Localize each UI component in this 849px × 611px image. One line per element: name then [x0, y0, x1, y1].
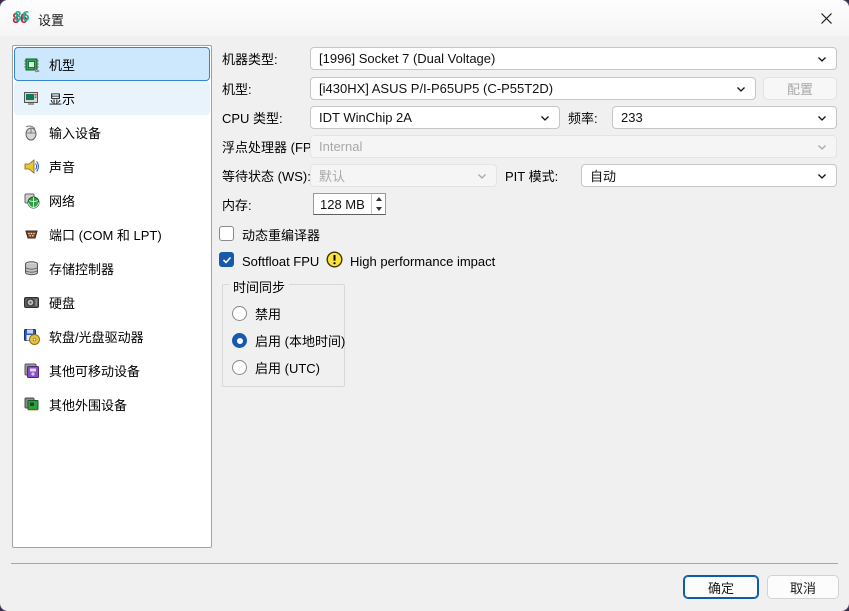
sidebar-item-label: 机型: [49, 55, 75, 74]
pit-mode-label: PIT 模式:: [505, 168, 558, 185]
time-sync-utc-label: 启用 (UTC): [255, 360, 320, 377]
sidebar-item-label: 输入设备: [49, 123, 101, 142]
sidebar-item-label: 显示: [49, 89, 75, 108]
sidebar-item-display[interactable]: 显示: [14, 81, 210, 115]
sidebar-item-label: 其他外围设备: [49, 395, 127, 414]
machine-type-label: 机器类型:: [222, 51, 278, 68]
machine-type-select[interactable]: [1996] Socket 7 (Dual Voltage): [310, 47, 837, 70]
memory-label: 内存:: [222, 197, 252, 214]
softfloat-warning-text: High performance impact: [350, 253, 495, 270]
cpu-type-value: IDT WinChip 2A: [319, 110, 539, 125]
time-sync-local-radio[interactable]: [232, 333, 247, 348]
memory-value: 128 MB: [314, 194, 371, 214]
wait-states-select: 默认: [310, 164, 497, 187]
hard-disk-icon: [23, 294, 40, 311]
svg-text:86: 86: [14, 10, 30, 25]
sidebar-item-network[interactable]: 网络: [14, 183, 210, 217]
sidebar-item-label: 端口 (COM 和 LPT): [49, 225, 162, 244]
arrow-up-icon: [376, 197, 382, 201]
sidebar-item-label: 软盘/光盘驱动器: [49, 327, 144, 346]
time-sync-utc-radio[interactable]: [232, 360, 247, 375]
chevron-down-icon: [816, 53, 828, 65]
configure-machine-button[interactable]: 配置: [763, 77, 837, 100]
pit-mode-value: 自动: [590, 166, 816, 185]
time-sync-title: 时间同步: [229, 277, 289, 296]
sidebar-item-label: 存储控制器: [49, 259, 114, 278]
fpu-select: Internal: [310, 135, 837, 158]
sidebar-item-sound[interactable]: 声音: [14, 149, 210, 183]
sidebar-item-other-removable[interactable]: 其他可移动设备: [14, 353, 210, 387]
footer-separator: [11, 563, 838, 564]
cpu-type-select[interactable]: IDT WinChip 2A: [310, 106, 560, 129]
time-sync-local-label: 启用 (本地时间): [255, 333, 345, 350]
display-icon: [23, 90, 40, 107]
sidebar-item-label: 声音: [49, 157, 75, 176]
storage-controllers-icon: [23, 260, 40, 277]
close-icon: [820, 12, 833, 25]
machine-label: 机型:: [222, 81, 252, 98]
wait-states-value: 默认: [319, 166, 476, 185]
memory-increment-button[interactable]: [372, 194, 385, 204]
speed-label: 频率:: [568, 110, 598, 127]
chevron-down-icon: [816, 170, 828, 182]
speed-value: 233: [621, 110, 816, 125]
machine-type-value: [1996] Socket 7 (Dual Voltage): [319, 51, 816, 66]
ok-button[interactable]: 确定: [683, 575, 759, 599]
sidebar-item-label: 其他可移动设备: [49, 361, 140, 380]
chevron-down-icon: [816, 112, 828, 124]
wait-states-label: 等待状态 (WS):: [222, 168, 311, 185]
network-icon: [23, 192, 40, 209]
pit-mode-select[interactable]: 自动: [581, 164, 837, 187]
arrow-down-icon: [376, 207, 382, 211]
settings-dialog: 86 86 设置 机型: [0, 0, 849, 611]
sidebar-item-storage-controllers[interactable]: 存储控制器: [14, 251, 210, 285]
close-button[interactable]: [803, 0, 849, 36]
cpu-type-label: CPU 类型:: [222, 110, 283, 127]
check-icon: [222, 255, 232, 265]
fpu-value: Internal: [319, 139, 816, 154]
ports-icon: [23, 226, 40, 243]
warning-icon: [326, 251, 343, 268]
chevron-down-icon: [735, 83, 747, 95]
sidebar-item-input-devices[interactable]: 输入设备: [14, 115, 210, 149]
sidebar-item-machine[interactable]: 机型: [14, 47, 210, 81]
sidebar-item-label: 硬盘: [49, 293, 75, 312]
app-icon-86box: 86 86: [11, 8, 31, 28]
softfloat-checkbox[interactable]: [219, 252, 234, 267]
machine-select[interactable]: [i430HX] ASUS P/I-P65UP5 (C-P55T2D): [310, 77, 756, 100]
titlebar: 86 86 设置: [0, 0, 849, 36]
input-devices-icon: [23, 124, 40, 141]
sidebar-item-label: 网络: [49, 191, 75, 210]
peripherals-icon: [23, 396, 40, 413]
chevron-down-icon: [539, 112, 551, 124]
speed-select[interactable]: 233: [612, 106, 837, 129]
sound-icon: [23, 158, 40, 175]
sidebar-item-floppy-cdrom[interactable]: 软盘/光盘驱动器: [14, 319, 210, 353]
dynarec-label: 动态重编译器: [242, 227, 320, 244]
sidebar-item-ports[interactable]: 端口 (COM 和 LPT): [14, 217, 210, 251]
machine-icon: [23, 56, 40, 73]
window-title: 设置: [38, 10, 64, 29]
memory-decrement-button[interactable]: [372, 204, 385, 214]
time-sync-disabled-radio[interactable]: [232, 306, 247, 321]
sidebar-item-other-peripherals[interactable]: 其他外围设备: [14, 387, 210, 421]
time-sync-disabled-label: 禁用: [255, 306, 281, 323]
memory-spinner[interactable]: 128 MB: [313, 193, 386, 215]
removable-devices-icon: [23, 362, 40, 379]
machine-value: [i430HX] ASUS P/I-P65UP5 (C-P55T2D): [319, 81, 735, 96]
dynarec-checkbox[interactable]: [219, 226, 234, 241]
sidebar-item-hard-disks[interactable]: 硬盘: [14, 285, 210, 319]
cancel-button[interactable]: 取消: [767, 575, 839, 599]
softfloat-label: Softfloat FPU: [242, 253, 319, 270]
floppy-cdrom-icon: [23, 328, 40, 345]
chevron-down-icon: [476, 170, 488, 182]
category-list: 机型 显示 输入设备 声音: [12, 45, 212, 548]
chevron-down-icon: [816, 141, 828, 153]
